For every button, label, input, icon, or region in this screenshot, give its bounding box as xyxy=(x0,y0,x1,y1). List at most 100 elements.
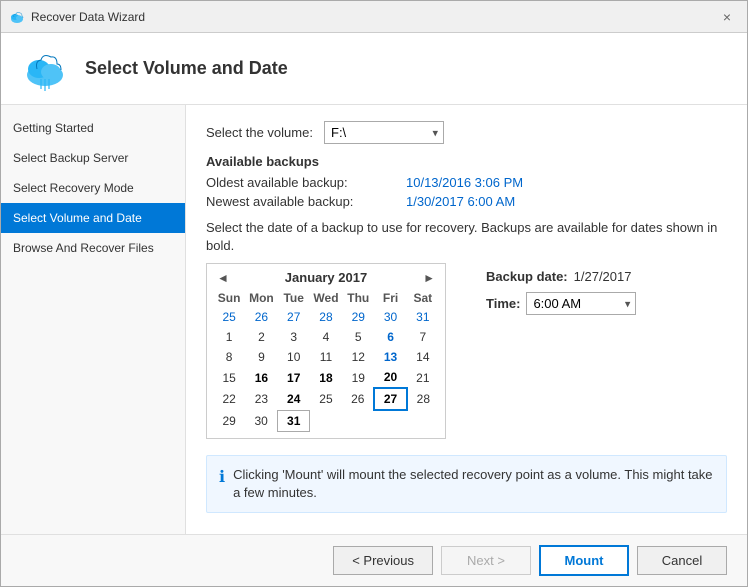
calendar-day[interactable] xyxy=(342,410,374,431)
calendar-day[interactable]: 31 xyxy=(407,307,439,327)
calendar-day[interactable]: 6 xyxy=(374,327,406,347)
calendar-month-year: January 2017 xyxy=(285,270,367,285)
calendar-day[interactable]: 25 xyxy=(310,388,342,410)
calendar-day[interactable]: 28 xyxy=(310,307,342,327)
calendar-day[interactable]: 11 xyxy=(310,347,342,367)
main-content: Select the volume: F:\ C:\ D:\ E:\ Avail… xyxy=(186,105,747,534)
calendar-day[interactable]: 17 xyxy=(278,367,310,388)
calendar-day[interactable]: 5 xyxy=(342,327,374,347)
col-sat: Sat xyxy=(407,289,439,307)
oldest-value: 10/13/2016 3:06 PM xyxy=(406,175,523,190)
sidebar-item-select-recovery-mode[interactable]: Select Recovery Mode xyxy=(1,173,185,203)
calendar-day[interactable]: 19 xyxy=(342,367,374,388)
calendar-day[interactable] xyxy=(310,410,342,431)
calendar-day[interactable]: 15 xyxy=(213,367,245,388)
calendar-day[interactable]: 1 xyxy=(213,327,245,347)
page-title: Select Volume and Date xyxy=(85,58,288,79)
calendar-day[interactable]: 2 xyxy=(245,327,277,347)
calendar-prev-button[interactable]: ◄ xyxy=(213,271,233,285)
notice-bar: ℹ Clicking 'Mount' will mount the select… xyxy=(206,455,727,513)
time-select[interactable]: 6:00 AM 12:00 PM 6:00 PM xyxy=(526,292,636,315)
volume-label: Select the volume: xyxy=(206,125,316,140)
footer: < Previous Next > Mount Cancel xyxy=(1,534,747,586)
next-button[interactable]: Next > xyxy=(441,546,531,575)
close-button[interactable]: × xyxy=(715,7,739,27)
calendar-day[interactable]: 22 xyxy=(213,388,245,410)
calendar-day[interactable]: 31 xyxy=(278,410,310,431)
volume-select[interactable]: F:\ C:\ D:\ E:\ xyxy=(324,121,444,144)
calendar-day[interactable]: 12 xyxy=(342,347,374,367)
calendar-day[interactable]: 26 xyxy=(342,388,374,410)
calendar-day[interactable]: 28 xyxy=(407,388,439,410)
newest-label: Newest available backup: xyxy=(206,194,406,209)
main-window: Recover Data Wizard × Select Volume and … xyxy=(0,0,748,587)
calendar-day[interactable]: 23 xyxy=(245,388,277,410)
time-row: Time: 6:00 AM 12:00 PM 6:00 PM xyxy=(486,292,636,315)
calendar-day[interactable]: 10 xyxy=(278,347,310,367)
sidebar-item-getting-started[interactable]: Getting Started xyxy=(1,113,185,143)
calendar-day[interactable]: 9 xyxy=(245,347,277,367)
calendar-day[interactable]: 20 xyxy=(374,367,406,388)
calendar-day[interactable]: 14 xyxy=(407,347,439,367)
calendar-day[interactable]: 16 xyxy=(245,367,277,388)
calendar-day[interactable]: 30 xyxy=(374,307,406,327)
content-area: Getting Started Select Backup Server Sel… xyxy=(1,105,747,534)
titlebar-left: Recover Data Wizard xyxy=(9,9,145,25)
calendar-day[interactable]: 13 xyxy=(374,347,406,367)
calendar-day[interactable]: 4 xyxy=(310,327,342,347)
calendar-day[interactable]: 24 xyxy=(278,388,310,410)
volume-row: Select the volume: F:\ C:\ D:\ E:\ xyxy=(206,121,727,144)
oldest-backup-row: Oldest available backup: 10/13/2016 3:06… xyxy=(206,175,727,190)
calendar-day[interactable]: 29 xyxy=(213,410,245,431)
sidebar-item-select-volume-and-date[interactable]: Select Volume and Date xyxy=(1,203,185,233)
previous-button[interactable]: < Previous xyxy=(333,546,433,575)
volume-select-wrapper[interactable]: F:\ C:\ D:\ E:\ xyxy=(324,121,444,144)
calendar[interactable]: ◄ January 2017 ► Sun Mon Tue Wed Thu xyxy=(206,263,446,439)
calendar-day[interactable]: 7 xyxy=(407,327,439,347)
calendar-day[interactable]: 3 xyxy=(278,327,310,347)
calendar-day[interactable] xyxy=(407,410,439,431)
calendar-day[interactable]: 8 xyxy=(213,347,245,367)
calendar-day[interactable] xyxy=(374,410,406,431)
calendar-day[interactable]: 25 xyxy=(213,307,245,327)
calendar-day[interactable]: 27 xyxy=(278,307,310,327)
backup-date-value: 1/27/2017 xyxy=(574,269,632,284)
window-title: Recover Data Wizard xyxy=(31,10,145,24)
oldest-label: Oldest available backup: xyxy=(206,175,406,190)
col-fri: Fri xyxy=(374,289,406,307)
time-label: Time: xyxy=(486,296,520,311)
sidebar-item-browse-and-recover-files[interactable]: Browse And Recover Files xyxy=(1,233,185,263)
titlebar: Recover Data Wizard × xyxy=(1,1,747,33)
sidebar-item-select-backup-server[interactable]: Select Backup Server xyxy=(1,143,185,173)
backup-date-row: Backup date: 1/27/2017 xyxy=(486,269,636,284)
calendar-day[interactable]: 26 xyxy=(245,307,277,327)
app-icon xyxy=(9,9,25,25)
wizard-icon xyxy=(21,45,69,93)
calendar-grid: Sun Mon Tue Wed Thu Fri Sat 252627282930… xyxy=(213,289,439,432)
calendar-day[interactable]: 21 xyxy=(407,367,439,388)
mount-button[interactable]: Mount xyxy=(539,545,629,576)
col-tue: Tue xyxy=(278,289,310,307)
backup-date-label: Backup date: xyxy=(486,269,568,284)
calendar-info-section: ◄ January 2017 ► Sun Mon Tue Wed Thu xyxy=(206,263,727,439)
col-thu: Thu xyxy=(342,289,374,307)
notice-text: Clicking 'Mount' will mount the selected… xyxy=(233,466,714,502)
calendar-header: ◄ January 2017 ► xyxy=(213,270,439,285)
calendar-day[interactable]: 18 xyxy=(310,367,342,388)
page-header: Select Volume and Date xyxy=(1,33,747,105)
info-icon: ℹ xyxy=(219,467,225,489)
calendar-day[interactable]: 27 xyxy=(374,388,406,410)
backup-date-time-section: Backup date: 1/27/2017 Time: 6:00 AM 12:… xyxy=(486,269,636,321)
sidebar: Getting Started Select Backup Server Sel… xyxy=(1,105,186,534)
calendar-next-button[interactable]: ► xyxy=(419,271,439,285)
col-sun: Sun xyxy=(213,289,245,307)
newest-backup-row: Newest available backup: 1/30/2017 6:00 … xyxy=(206,194,727,209)
available-backups-title: Available backups xyxy=(206,154,727,169)
col-mon: Mon xyxy=(245,289,277,307)
time-select-wrapper[interactable]: 6:00 AM 12:00 PM 6:00 PM xyxy=(526,292,636,315)
cancel-button[interactable]: Cancel xyxy=(637,546,727,575)
calendar-day[interactable]: 29 xyxy=(342,307,374,327)
calendar-day[interactable]: 30 xyxy=(245,410,277,431)
newest-value: 1/30/2017 6:00 AM xyxy=(406,194,515,209)
col-wed: Wed xyxy=(310,289,342,307)
